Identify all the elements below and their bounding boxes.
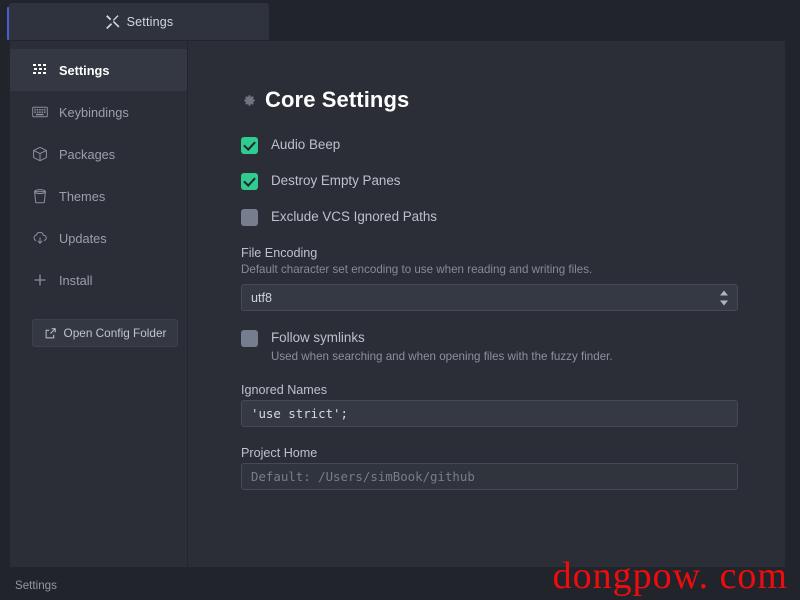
setting-project-home: Project Home Default: /Users/simBook/git… [241, 446, 747, 490]
ignored-names-title: Ignored Names [241, 383, 747, 397]
sidebar-item-label: Settings [59, 63, 109, 78]
file-encoding-select[interactable]: utf8 [241, 284, 738, 311]
settings-content: Core Settings Audio Beep Destroy Empty P… [188, 41, 785, 567]
sidebar-item-label: Install [59, 273, 92, 288]
package-icon [32, 146, 48, 162]
sliders-icon [32, 62, 48, 78]
follow-symlinks-label: Follow symlinks [271, 329, 613, 347]
external-link-icon [44, 327, 57, 340]
sidebar-item-updates[interactable]: Updates [10, 217, 187, 259]
file-encoding-value: utf8 [251, 291, 272, 305]
tab-bar: Settings [0, 0, 800, 40]
chevron-up-icon [720, 290, 728, 295]
audio-beep-checkbox[interactable] [241, 137, 258, 154]
audio-beep-label: Audio Beep [271, 136, 340, 154]
sidebar-item-label: Packages [59, 147, 115, 162]
file-encoding-stepper[interactable] [720, 290, 729, 305]
file-encoding-description: Default character set encoding to use wh… [241, 263, 747, 276]
sidebar-item-label: Updates [59, 231, 107, 246]
keyboard-icon [32, 104, 48, 120]
setting-file-encoding: File Encoding Default character set enco… [241, 246, 747, 311]
sidebar-item-keybindings[interactable]: Keybindings [10, 91, 187, 133]
open-config-folder-label: Open Config Folder [64, 326, 167, 340]
exclude-vcs-ignored-paths-label: Exclude VCS Ignored Paths [271, 208, 437, 226]
setting-exclude-vcs-ignored-paths[interactable]: Exclude VCS Ignored Paths [241, 208, 747, 226]
setting-destroy-empty-panes[interactable]: Destroy Empty Panes [241, 172, 747, 190]
gear-icon [241, 93, 256, 108]
open-config-folder-button[interactable]: Open Config Folder [32, 319, 178, 347]
sidebar-item-label: Themes [59, 189, 105, 204]
tools-icon [105, 14, 120, 29]
follow-symlinks-checkbox[interactable] [241, 330, 258, 347]
project-home-placeholder: Default: /Users/simBook/github [251, 469, 475, 484]
setting-audio-beep[interactable]: Audio Beep [241, 136, 747, 154]
cloud-download-icon [32, 230, 48, 246]
project-home-input[interactable]: Default: /Users/simBook/github [241, 463, 738, 490]
setting-ignored-names: Ignored Names 'use strict'; [241, 383, 747, 427]
ignored-names-value: 'use strict'; [251, 406, 348, 421]
project-home-title: Project Home [241, 446, 747, 460]
tab-settings[interactable]: Settings [9, 3, 269, 40]
paintcan-icon [32, 188, 48, 204]
destroy-empty-panes-checkbox[interactable] [241, 173, 258, 190]
file-encoding-title: File Encoding [241, 246, 747, 260]
status-bar: Settings [0, 570, 800, 600]
status-bar-label[interactable]: Settings [15, 579, 57, 592]
chevron-down-icon [720, 300, 728, 305]
tab-label: Settings [127, 15, 174, 29]
plus-icon [32, 272, 48, 288]
sidebar-item-themes[interactable]: Themes [10, 175, 187, 217]
sidebar-item-label: Keybindings [59, 105, 129, 120]
follow-symlinks-description: Used when searching and when opening fil… [271, 350, 613, 363]
settings-panel: Settings Keybindings [9, 40, 786, 568]
ignored-names-input[interactable]: 'use strict'; [241, 400, 738, 427]
page-title: Core Settings [241, 87, 747, 113]
setting-follow-symlinks[interactable]: Follow symlinks Used when searching and … [241, 329, 747, 363]
exclude-vcs-ignored-paths-checkbox[interactable] [241, 209, 258, 226]
destroy-empty-panes-label: Destroy Empty Panes [271, 172, 401, 190]
page-title-text: Core Settings [265, 87, 409, 113]
sidebar-item-settings[interactable]: Settings [10, 49, 187, 91]
settings-sidebar: Settings Keybindings [10, 41, 188, 567]
sidebar-item-install[interactable]: Install [10, 259, 187, 301]
sidebar-item-packages[interactable]: Packages [10, 133, 187, 175]
